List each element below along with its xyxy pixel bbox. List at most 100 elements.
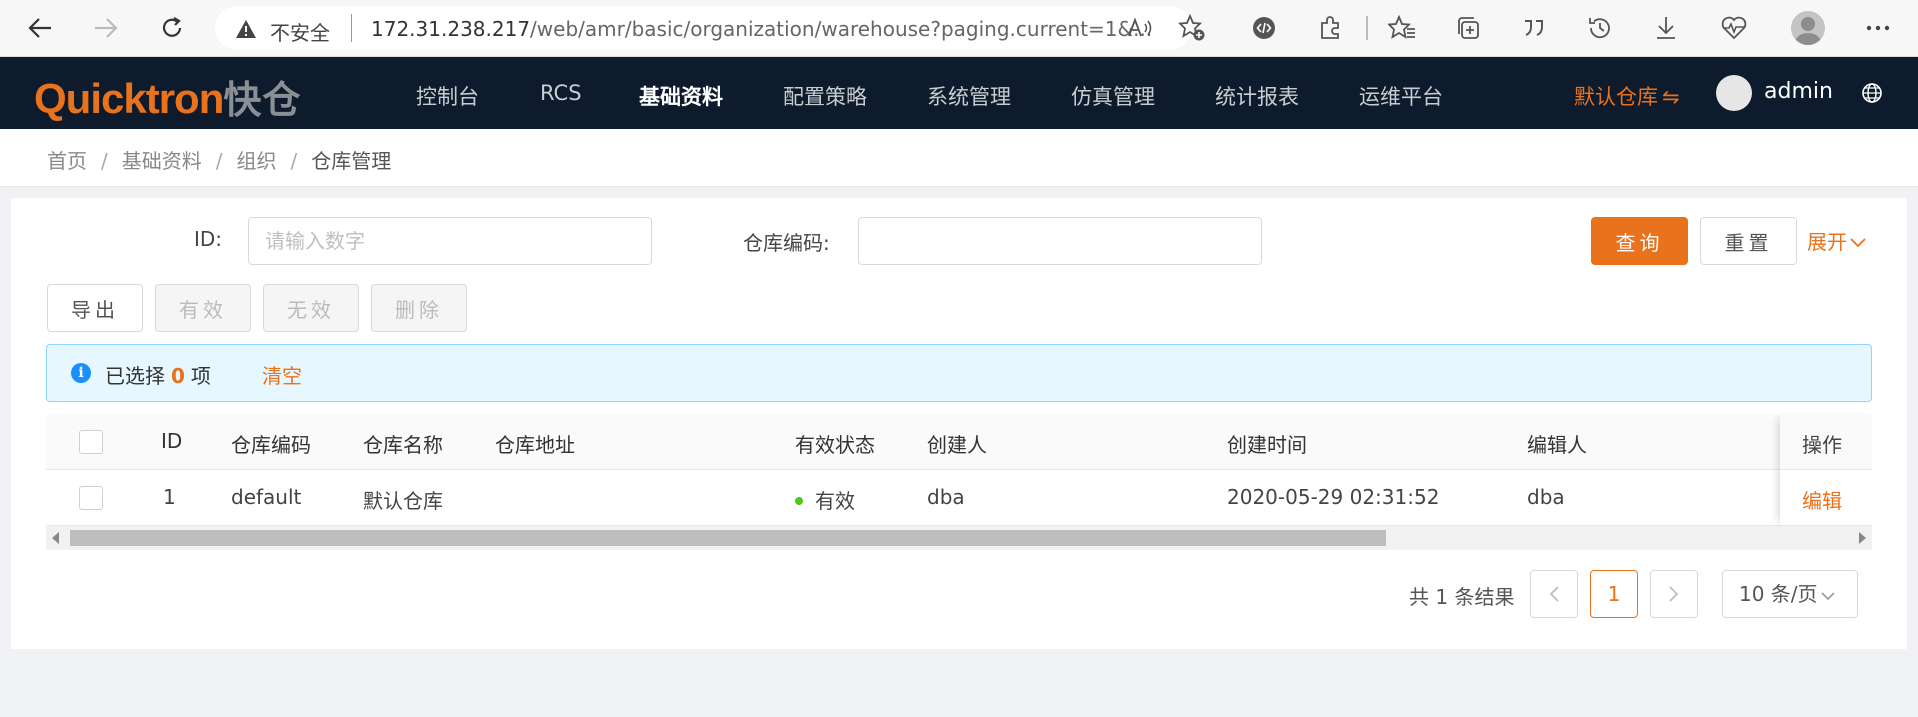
selection-prefix: 已选择	[105, 364, 165, 388]
health-heart-icon[interactable]	[1718, 12, 1750, 44]
selection-count: 0	[171, 364, 185, 388]
cell-status: 有效	[795, 485, 855, 514]
reset-button[interactable]: 重置	[1700, 217, 1797, 265]
menu-simulation[interactable]: 仿真管理	[1071, 81, 1155, 111]
id-label: ID:	[194, 227, 223, 251]
reload-icon[interactable]	[154, 10, 190, 46]
insecure-label: 不安全	[270, 21, 330, 45]
history-icon[interactable]	[1584, 12, 1616, 44]
language-globe-icon[interactable]	[1861, 82, 1883, 108]
browser-profile-avatar[interactable]	[1791, 11, 1825, 45]
menu-basic-data[interactable]: 基础资料	[639, 81, 723, 111]
horizontal-scrollbar[interactable]	[46, 526, 1872, 550]
table-row[interactable]: 1 default 默认仓库 有效 dba 2020-05-29 02:31:5…	[46, 470, 1872, 526]
cell-creator: dba	[927, 485, 965, 509]
switch-icon: ⇋	[1662, 85, 1680, 109]
breadcrumb-separator: /	[215, 149, 223, 173]
url-host: 172.31.238.217	[371, 17, 531, 41]
header-address[interactable]: 仓库地址	[495, 429, 575, 458]
collections-icon[interactable]	[1452, 12, 1484, 44]
breadcrumb-organization[interactable]: 组织	[237, 149, 277, 173]
delete-button[interactable]: 删除	[371, 284, 467, 332]
logo-cn: 快仓	[223, 80, 302, 122]
favorites-icon[interactable]	[1386, 12, 1418, 44]
warehouse-switch[interactable]: 默认仓库 ⇋	[1574, 81, 1680, 111]
action-header-cell: 操作	[1780, 414, 1872, 470]
status-text: 有效	[815, 489, 855, 513]
menu-config-strategy[interactable]: 配置策略	[783, 81, 867, 111]
invalid-button[interactable]: 无效	[263, 284, 359, 332]
prev-page-button[interactable]	[1530, 570, 1578, 618]
chevron-left-icon	[1549, 586, 1559, 602]
url-text: 172.31.238.217/web/amr/basic/organizatio…	[371, 17, 1152, 41]
url-path: /web/amr/basic/organization/warehouse?pa…	[530, 17, 1153, 41]
user-name[interactable]: admin	[1764, 79, 1833, 104]
expand-toggle[interactable]: 展开	[1807, 226, 1867, 255]
header-code[interactable]: 仓库编码	[231, 429, 311, 458]
id-input[interactable]	[248, 217, 652, 265]
browser-toolbar: 不安全 172.31.238.217/web/amr/basic/organiz…	[0, 0, 1918, 57]
select-all-checkbox[interactable]	[79, 430, 103, 454]
next-page-button[interactable]	[1650, 570, 1698, 618]
breadcrumb-separator: /	[101, 149, 108, 173]
selection-alert: i 已选择 0 项 清空	[46, 344, 1872, 402]
menu-system-management[interactable]: 系统管理	[927, 81, 1011, 111]
extensions-icon[interactable]	[1314, 12, 1346, 44]
download-icon[interactable]	[1650, 12, 1682, 44]
header-created-time[interactable]: 创建时间	[1227, 429, 1307, 458]
scrollbar-thumb[interactable]	[70, 530, 1386, 546]
header-action: 操作	[1802, 433, 1842, 457]
logo-text: Quicktron	[34, 75, 224, 122]
header-editor[interactable]: 编辑人	[1527, 429, 1587, 458]
page-1-button[interactable]: 1	[1590, 570, 1638, 618]
cell-id: 1	[163, 485, 176, 509]
edit-link[interactable]: 编辑	[1802, 485, 1842, 514]
breadcrumb: 首页 / 基础资料 / 组织 / 仓库管理	[47, 145, 391, 174]
cell-editor: dba	[1527, 485, 1565, 509]
breadcrumb-current: 仓库管理	[311, 149, 392, 173]
app-header: Quicktron快仓 控制台 RCS 基础资料 配置策略 系统管理 仿真管理 …	[0, 57, 1918, 129]
clear-selection-link[interactable]: 清空	[262, 360, 302, 389]
read-aloud-icon[interactable]	[1124, 12, 1156, 44]
user-avatar[interactable]	[1716, 75, 1752, 111]
query-button[interactable]: 查询	[1591, 217, 1688, 265]
selection-text: 已选择 0 项	[105, 360, 211, 389]
back-icon[interactable]	[22, 10, 58, 46]
code-input[interactable]	[858, 217, 1262, 265]
scroll-right-icon[interactable]	[1859, 532, 1866, 544]
toolbar-divider	[1366, 16, 1368, 40]
row-checkbox[interactable]	[79, 486, 103, 510]
breadcrumb-basic-data[interactable]: 基础资料	[122, 149, 202, 173]
page-size-value: 10 条/页	[1739, 582, 1818, 606]
breadcrumb-home[interactable]: 首页	[47, 149, 87, 173]
header-creator[interactable]: 创建人	[927, 429, 987, 458]
scroll-left-icon[interactable]	[52, 532, 59, 544]
address-separator	[351, 14, 352, 42]
valid-button[interactable]: 有效	[155, 284, 251, 332]
quicktron-logo[interactable]: Quicktron快仓	[34, 69, 301, 124]
forward-icon[interactable]	[88, 10, 124, 46]
header-status[interactable]: 有效状态	[795, 429, 875, 458]
menu-console[interactable]: 控制台	[416, 81, 479, 111]
page-size-select[interactable]: 10 条/页	[1722, 570, 1858, 618]
warehouse-card: ID: 仓库编码: 查询 重置 展开 导出 有效 无效 删除 i 已选择0项 清…	[11, 198, 1907, 649]
address-bar[interactable]: 不安全 172.31.238.217/web/amr/basic/organiz…	[215, 6, 1192, 50]
more-menu-icon[interactable]	[1862, 12, 1894, 44]
add-favorite-icon[interactable]	[1176, 12, 1208, 44]
header-id[interactable]: ID	[161, 429, 182, 453]
table-header: ID 仓库编码 仓库名称 仓库地址 有效状态 创建人 创建时间 编辑人	[46, 414, 1872, 470]
cell-created-time: 2020-05-29 02:31:52	[1227, 485, 1440, 509]
chevron-right-icon	[1669, 586, 1679, 602]
menu-rcs[interactable]: RCS	[540, 81, 582, 105]
quote-icon[interactable]	[1518, 12, 1550, 44]
status-dot	[795, 496, 803, 505]
menu-statistics[interactable]: 统计报表	[1215, 81, 1299, 111]
info-icon: i	[71, 363, 91, 383]
header-name[interactable]: 仓库名称	[363, 429, 443, 458]
extension-code-icon[interactable]	[1248, 12, 1280, 44]
selection-suffix: 项	[190, 364, 211, 388]
chevron-down-icon	[1820, 592, 1835, 601]
export-button[interactable]: 导出	[47, 284, 143, 332]
menu-ops-platform[interactable]: 运维平台	[1359, 81, 1443, 111]
pagination-total: 共 1 条结果	[1409, 585, 1515, 609]
